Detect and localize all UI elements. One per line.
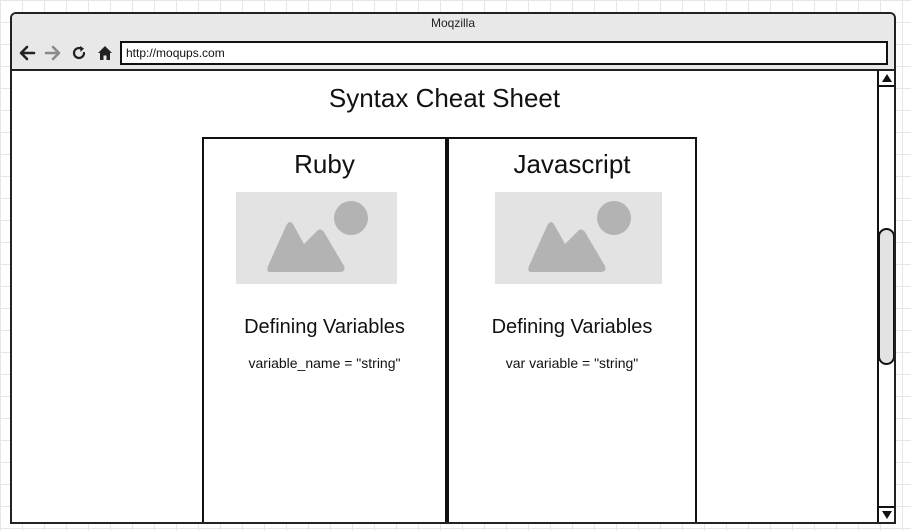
- home-icon: [98, 46, 112, 60]
- triangle-down-icon: [881, 511, 892, 519]
- javascript-card: Javascript Defining Variables var variab…: [446, 137, 697, 522]
- window-title: Moqzilla: [430, 16, 475, 30]
- browser-window: Moqzilla Syntax Cheat Sheet R: [10, 12, 896, 524]
- code-snippet: variable_name = "string": [248, 355, 401, 371]
- code-snippet: var variable = "string": [505, 355, 639, 371]
- card-title: Javascript: [513, 149, 631, 179]
- image-placeholder-icon: [267, 201, 368, 272]
- arrow-right-icon: [44, 45, 61, 61]
- triangle-up-icon: [881, 74, 892, 82]
- image-placeholder-icon: [528, 201, 631, 272]
- reload-icon: [72, 46, 86, 60]
- page-content: Syntax Cheat Sheet Ruby Defining Variabl…: [12, 71, 877, 522]
- page-title: Syntax Cheat Sheet: [328, 83, 561, 113]
- vertical-scrollbar[interactable]: [877, 71, 894, 522]
- scroll-down-button[interactable]: [879, 506, 894, 522]
- image-placeholder: [495, 192, 662, 284]
- section-heading: Defining Variables: [491, 316, 653, 338]
- scroll-thumb[interactable]: [878, 228, 894, 365]
- home-button[interactable]: [94, 42, 116, 64]
- back-button[interactable]: [16, 42, 38, 64]
- image-placeholder: [236, 192, 397, 284]
- card-title: Ruby: [294, 149, 355, 179]
- scroll-up-button[interactable]: [879, 71, 894, 87]
- titlebar: Moqzilla: [12, 14, 894, 71]
- arrow-left-icon: [19, 45, 36, 61]
- forward-button[interactable]: [42, 42, 64, 64]
- reload-button[interactable]: [68, 42, 90, 64]
- url-input[interactable]: [120, 41, 888, 65]
- ruby-card: Ruby Defining Variables variable_name = …: [202, 137, 447, 522]
- section-heading: Defining Variables: [244, 316, 405, 338]
